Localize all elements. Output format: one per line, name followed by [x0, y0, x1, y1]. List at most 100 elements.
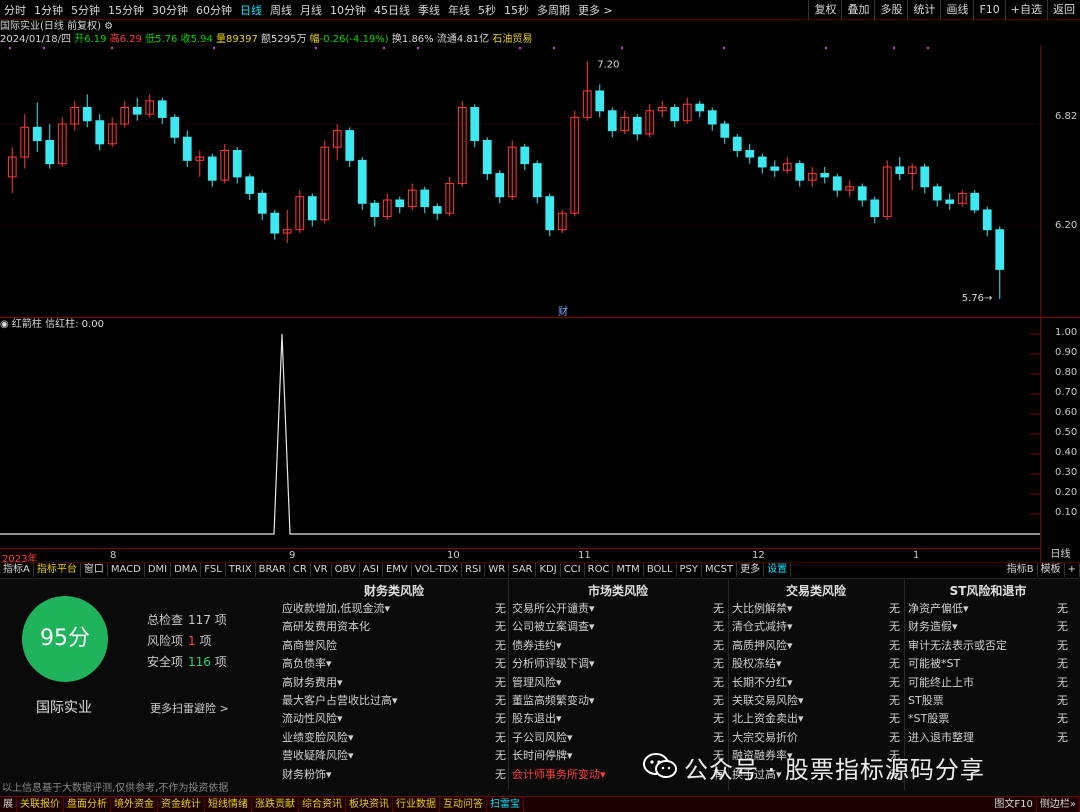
period-tab[interactable]: 更多 >	[574, 2, 617, 18]
risk-item-name[interactable]: 关联交易风险▾	[732, 694, 804, 707]
bottom-nav-item[interactable]: 关联报价	[17, 797, 64, 812]
risk-row[interactable]: ST股票 无	[908, 692, 1068, 710]
indicator-tab[interactable]: 更多	[737, 563, 765, 577]
indicator-tab-right[interactable]: 指标B	[1004, 563, 1038, 577]
bottom-nav-item[interactable]: 板块资讯	[346, 797, 393, 812]
risk-item-name[interactable]: 长期不分红▾	[732, 676, 793, 689]
indicator-tab[interactable]: VOL-TDX	[412, 563, 463, 577]
risk-row[interactable]: 股权冻结▾ 无	[732, 655, 900, 673]
risk-row[interactable]: 董监高频繁变动▾ 无	[512, 692, 724, 710]
risk-item-name[interactable]: 子公司风险▾	[512, 731, 573, 744]
risk-row[interactable]: 高商誉风险 无	[282, 637, 506, 655]
period-tab[interactable]: 月线	[296, 2, 326, 18]
risk-item-name[interactable]: 北上资金卖出▾	[732, 712, 804, 725]
risk-row[interactable]: 财务造假▾ 无	[908, 618, 1068, 636]
risk-row[interactable]: 分析师评级下调▾ 无	[512, 655, 724, 673]
risk-item-name[interactable]: 债券违约▾	[512, 639, 562, 652]
risk-item-name[interactable]: 大比例解禁▾	[732, 602, 793, 615]
risk-row[interactable]: 审计无法表示或否定 无	[908, 637, 1068, 655]
indicator-toggle-icon[interactable]: ◉	[0, 319, 9, 330]
risk-row[interactable]: 可能终止上市 无	[908, 674, 1068, 692]
risk-row[interactable]: *ST股票 无	[908, 710, 1068, 728]
indicator-tab[interactable]: ASI	[360, 563, 383, 577]
indicator-tab[interactable]: MTM	[613, 563, 644, 577]
period-tab[interactable]: 分时	[0, 2, 30, 18]
risk-item-name[interactable]: 可能被*ST	[908, 657, 960, 670]
toolbar-button[interactable]: 复权	[808, 0, 841, 20]
period-tab[interactable]: 1分钟	[30, 2, 67, 18]
indicator-tab[interactable]: WR	[485, 563, 510, 577]
risk-item-name[interactable]: 长时间停牌▾	[512, 749, 573, 762]
risk-row[interactable]: 流动性风险▾ 无	[282, 710, 506, 728]
risk-row[interactable]: 债券违约▾ 无	[512, 637, 724, 655]
risk-item-name[interactable]: 董监高频繁变动▾	[512, 694, 595, 707]
risk-row[interactable]: 应收款增加,低现金流▾ 无	[282, 600, 506, 618]
risk-item-name[interactable]: 清仓式减持▾	[732, 620, 793, 633]
indicator-tab[interactable]: CCI	[561, 563, 585, 577]
risk-row[interactable]: 管理风险▾ 无	[512, 674, 724, 692]
risk-item-name[interactable]: *ST股票	[908, 712, 949, 725]
risk-row[interactable]: 高负债率▾ 无	[282, 655, 506, 673]
toolbar-button[interactable]: +自选	[1004, 0, 1047, 20]
indicator-tab-right[interactable]: +	[1065, 563, 1080, 577]
toolbar-button[interactable]: 画线	[940, 0, 973, 20]
indicator-tab[interactable]: VR	[311, 563, 332, 577]
bottom-nav-item[interactable]: 展	[0, 797, 17, 812]
bottom-nav-item[interactable]: 综合资讯	[299, 797, 346, 812]
indicator-tab[interactable]: FSL	[201, 563, 226, 577]
period-tab[interactable]: 多周期	[533, 2, 574, 18]
indicator-tab[interactable]: 指标A	[0, 563, 34, 577]
indicator-tab[interactable]: EMV	[383, 563, 412, 577]
bottom-nav-item[interactable]: 互动问答	[440, 797, 487, 812]
period-tab[interactable]: 5秒	[474, 2, 500, 18]
indicator-tab[interactable]: MCST	[702, 563, 738, 577]
indicator-chart[interactable]	[0, 318, 1040, 548]
period-tab[interactable]: 年线	[444, 2, 474, 18]
more-scan-link[interactable]: 更多扫雷避险 >	[150, 700, 229, 716]
period-tab[interactable]: 周线	[266, 2, 296, 18]
risk-row[interactable]: 长期不分红▾ 无	[732, 674, 900, 692]
indicator-tab[interactable]: 设置	[764, 563, 792, 577]
bottom-nav-right-item[interactable]: 图文F10	[991, 797, 1037, 812]
indicator-tab[interactable]: 指标平台	[34, 563, 81, 577]
risk-row[interactable]: 公司被立案调查▾ 无	[512, 618, 724, 636]
risk-item-name[interactable]: 应收款增加,低现金流▾	[282, 602, 390, 615]
period-tab[interactable]: 15秒	[500, 2, 533, 18]
toolbar-button[interactable]: 叠加	[841, 0, 874, 20]
indicator-tab[interactable]: CR	[290, 563, 311, 577]
toolbar-button[interactable]: 返回	[1047, 0, 1080, 20]
bottom-nav-item[interactable]: 短线情绪	[205, 797, 252, 812]
period-tab[interactable]: 45日线	[370, 2, 414, 18]
period-tab[interactable]: 季线	[414, 2, 444, 18]
indicator-tab[interactable]: KDJ	[536, 563, 561, 577]
risk-row[interactable]: 财务粉饰▾ 无	[282, 766, 506, 784]
risk-item-name[interactable]: 财务造假▾	[908, 620, 958, 633]
risk-row[interactable]: 业绩变脸风险▾ 无	[282, 729, 506, 747]
risk-item-name[interactable]: 最大客户占营收比过高▾	[282, 694, 398, 707]
period-tab[interactable]: 10分钟	[326, 2, 370, 18]
risk-row[interactable]: 营收疑降风险▾ 无	[282, 747, 506, 765]
period-tab[interactable]: 5分钟	[67, 2, 104, 18]
risk-row[interactable]: 最大客户占营收比过高▾ 无	[282, 692, 506, 710]
indicator-tab[interactable]: MACD	[108, 563, 145, 577]
risk-row[interactable]: 清仓式减持▾ 无	[732, 618, 900, 636]
indicator-tab-right[interactable]: 模板	[1038, 563, 1065, 577]
risk-row[interactable]: 交易所公开谴责▾ 无	[512, 600, 724, 618]
indicator-tab[interactable]: DMA	[171, 563, 202, 577]
risk-item-name[interactable]: 进入退市整理	[908, 731, 974, 744]
risk-row[interactable]: 高财务费用▾ 无	[282, 674, 506, 692]
indicator-tab[interactable]: DMI	[145, 563, 172, 577]
risk-item-name[interactable]: 财务粉饰▾	[282, 768, 332, 781]
risk-item-name[interactable]: 高财务费用▾	[282, 676, 343, 689]
period-tab[interactable]: 日线	[236, 2, 266, 18]
risk-item-name[interactable]: 可能终止上市	[908, 676, 974, 689]
risk-item-name[interactable]: 业绩变脸风险▾	[282, 731, 354, 744]
risk-item-name[interactable]: 大宗交易折价	[732, 731, 798, 744]
risk-item-name[interactable]: 流动性风险▾	[282, 712, 343, 725]
bottom-nav-item[interactable]: 涨跌贡献	[252, 797, 299, 812]
risk-item-name[interactable]: 管理风险▾	[512, 676, 562, 689]
period-indicator[interactable]: 日线	[1040, 548, 1080, 562]
indicator-tab[interactable]: TRIX	[226, 563, 256, 577]
bottom-nav-right-item[interactable]: 侧边栏»	[1037, 797, 1080, 812]
risk-item-name[interactable]: 公司被立案调查▾	[512, 620, 595, 633]
